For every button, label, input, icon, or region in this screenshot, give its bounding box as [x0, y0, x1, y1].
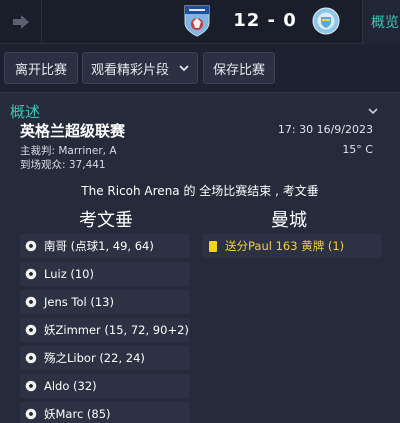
home-goal-list: 南哥 (点球1, 49, 64) Luiz (10) Jens Tol (13)… [20, 234, 190, 423]
watch-highlights-label: 观看精彩片段 [90, 62, 169, 78]
watch-highlights-dropdown[interactable]: 观看精彩片段 [82, 52, 198, 84]
match-header-bar: 12 - 0 概览 [0, 0, 400, 44]
goal-event[interactable]: 妖Marc (85) [20, 402, 190, 423]
yellow-card-icon [209, 240, 217, 252]
goal-scorer: 妖Marc (85) [44, 407, 111, 421]
toolbar: 离开比赛 观看精彩片段 保存比赛 [0, 52, 400, 84]
goal-scorer: Aldo (32) [44, 379, 97, 393]
goal-event[interactable]: 南哥 (点球1, 49, 64) [20, 234, 190, 258]
football-icon [25, 268, 37, 280]
goal-scorer: 南哥 (点球1, 49, 64) [44, 239, 154, 253]
football-icon [25, 352, 37, 364]
card-event[interactable]: 送分Paul 163 黄牌 (1) [202, 234, 382, 258]
temperature: 15° C [342, 143, 373, 156]
goal-event[interactable]: 妖Zimmer (15, 72, 90+2) [20, 318, 190, 342]
referee: 主裁判: Marriner, A [20, 145, 117, 157]
football-icon [25, 240, 37, 252]
chevron-down-icon [179, 65, 189, 72]
goal-event[interactable]: Aldo (32) [20, 374, 190, 398]
home-team-name: 考文垂 [79, 210, 133, 231]
goal-event[interactable]: 殇之Libor (22, 24) [20, 346, 190, 370]
football-icon [25, 380, 37, 392]
arrow-right-icon [12, 15, 29, 29]
section-title: 概述 [10, 103, 41, 121]
match-datetime: 17: 30 16/9/2023 [277, 123, 373, 136]
goal-event[interactable]: Jens Tol (13) [20, 290, 190, 314]
football-icon [25, 408, 37, 420]
competition-name: 英格兰超级联赛 [20, 122, 126, 140]
football-icon [25, 296, 37, 308]
away-team-name: 曼城 [271, 210, 307, 231]
goal-event[interactable]: Luiz (10) [20, 262, 190, 286]
goal-scorer: 殇之Libor (22, 24) [44, 351, 145, 365]
away-event-list: 送分Paul 163 黄牌 (1) [202, 234, 382, 258]
back-button[interactable] [0, 0, 42, 44]
card-player: 送分Paul 163 黄牌 (1) [225, 239, 345, 253]
tab-overview[interactable]: 概览 [362, 0, 400, 44]
attendance: 到场观众: 37,441 [20, 159, 106, 171]
goal-scorer: Jens Tol (13) [44, 295, 114, 309]
match-summary: The Ricoh Arena 的 全场比赛结束 , 考文垂 [81, 184, 319, 198]
match-score: 12 - 0 [233, 10, 297, 31]
chevron-down-icon[interactable] [367, 105, 379, 117]
goal-scorer: 妖Zimmer (15, 72, 90+2) [44, 323, 189, 337]
leave-match-button[interactable]: 离开比赛 [4, 52, 78, 84]
goal-scorer: Luiz (10) [44, 267, 94, 281]
overview-panel: 概述 英格兰超级联赛 17: 30 16/9/2023 主裁判: Marrine… [0, 92, 400, 423]
coventry-city-crest [184, 5, 210, 37]
save-match-button[interactable]: 保存比赛 [203, 52, 275, 84]
football-icon [25, 324, 37, 336]
manchester-city-crest [312, 7, 340, 35]
